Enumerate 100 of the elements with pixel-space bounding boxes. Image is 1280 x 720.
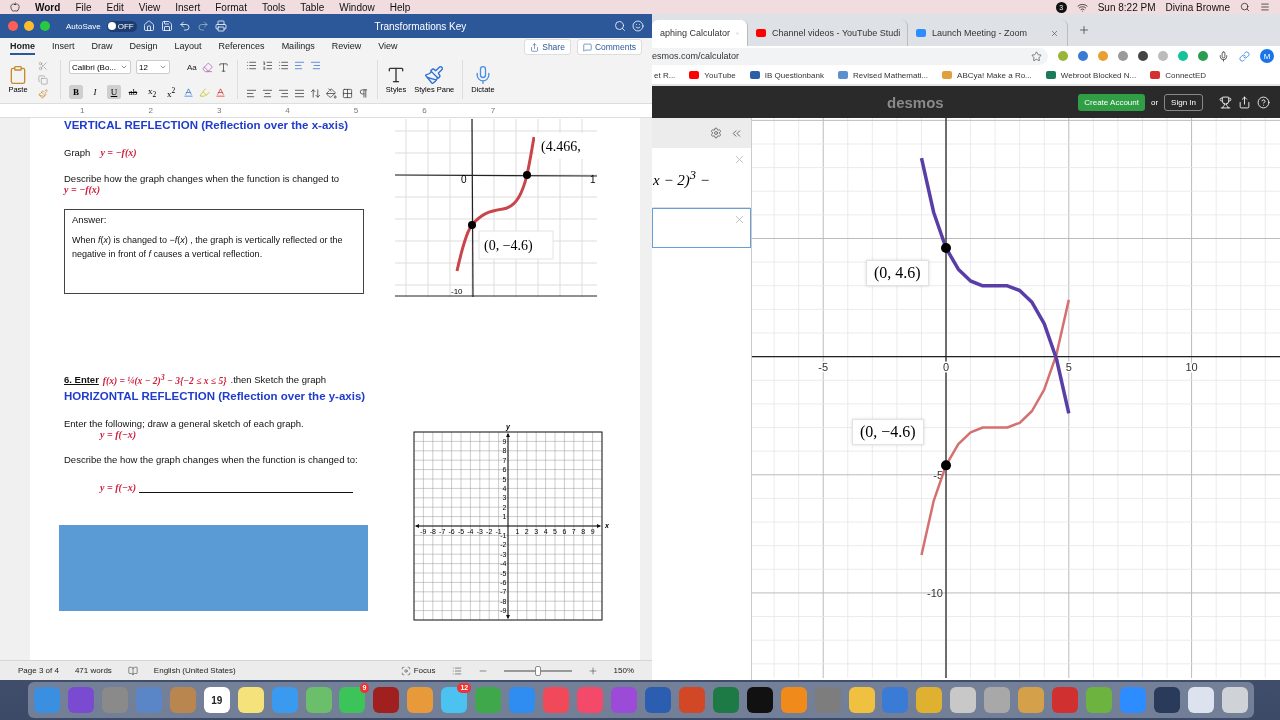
borders-icon[interactable] (341, 88, 353, 99)
bookmark[interactable]: YouTube (689, 70, 736, 80)
format-button[interactable]: B (69, 85, 83, 99)
menu-item[interactable]: Word (35, 1, 61, 13)
menu-item[interactable]: File (75, 1, 92, 13)
app-icon[interactable] (237, 687, 264, 713)
multilevel-list-icon[interactable] (277, 60, 289, 71)
ribbon-tab[interactable]: Review (331, 39, 362, 55)
font-color-icon[interactable] (215, 86, 226, 98)
numbering-icon[interactable] (261, 60, 273, 71)
align-right-icon[interactable] (277, 88, 289, 99)
expression-row[interactable] (652, 208, 751, 248)
app-icon[interactable] (746, 687, 773, 713)
bookmark[interactable]: Webroot Blocked N... (1045, 70, 1137, 80)
minimize-button[interactable] (24, 21, 34, 31)
extension-icon[interactable] (1138, 51, 1148, 61)
word-count[interactable]: 471 words (74, 666, 112, 675)
close-icon[interactable] (1050, 28, 1059, 38)
zoom-percent[interactable]: 150% (613, 666, 634, 675)
align-center-icon[interactable] (261, 88, 273, 99)
comments-button[interactable]: Comments (576, 39, 642, 55)
format-button[interactable]: I (88, 85, 102, 99)
delete-icon[interactable] (733, 153, 746, 166)
redo-icon[interactable] (196, 20, 209, 32)
bookmark[interactable]: Revised Mathemati... (837, 70, 929, 80)
app-icon[interactable]: 19 (203, 687, 230, 713)
menu-item[interactable]: Format (215, 1, 247, 13)
search-icon[interactable] (1240, 2, 1250, 12)
home-icon[interactable] (142, 20, 155, 32)
microphone-icon[interactable] (1218, 50, 1229, 62)
bookmark[interactable]: ABCya! Make a Ro... (942, 70, 1032, 80)
autosave-toggle[interactable]: OFF (106, 20, 137, 32)
menu-item[interactable]: Tools (261, 1, 286, 13)
text-effects-icon[interactable] (183, 86, 194, 98)
cut-icon[interactable] (38, 60, 48, 71)
print-icon[interactable] (214, 20, 227, 32)
point-marker[interactable] (941, 242, 951, 253)
share-icon[interactable] (1238, 95, 1251, 109)
focus-label[interactable]: Focus (413, 666, 436, 675)
show-formatting-icon[interactable] (357, 88, 369, 99)
link-icon[interactable] (1239, 50, 1250, 62)
menu-item[interactable]: Help (389, 1, 411, 13)
star-icon[interactable] (1031, 50, 1042, 62)
undo-icon[interactable] (178, 20, 191, 32)
app-icon[interactable] (1187, 687, 1214, 713)
menu-item[interactable]: View (138, 1, 161, 13)
focus-icon[interactable] (400, 665, 411, 676)
apple-icon[interactable] (10, 2, 20, 12)
app-icon[interactable] (950, 687, 977, 713)
clear-format-icon[interactable] (201, 61, 213, 73)
desmos-logo[interactable]: desmos (887, 93, 944, 111)
menu-item[interactable]: Insert (175, 1, 201, 13)
font-select[interactable]: Calibri (Bo... (69, 60, 131, 74)
font-size-select[interactable]: 12 (136, 60, 170, 74)
highlight-icon[interactable] (199, 86, 210, 98)
address-bar[interactable]: esmos.com/calculator (652, 47, 1048, 65)
user-name[interactable]: Divina Browne (1165, 1, 1230, 13)
ribbon-tab[interactable]: Draw (91, 39, 113, 55)
search-icon[interactable] (614, 20, 626, 32)
slider-thumb[interactable] (534, 665, 541, 676)
save-icon[interactable] (160, 20, 173, 32)
settings-icon[interactable] (710, 127, 722, 139)
format-button[interactable]: x$^{2}$ (164, 85, 178, 99)
close-button[interactable] (8, 21, 18, 31)
extension-icon[interactable] (1078, 51, 1088, 61)
app-icon[interactable] (916, 687, 943, 713)
bookmark[interactable]: ConnectED (1150, 70, 1207, 80)
proofing-icon[interactable] (127, 665, 138, 676)
ribbon-tab[interactable]: Design (129, 39, 158, 55)
wifi-icon[interactable] (1076, 1, 1088, 13)
menu-item[interactable]: Table (300, 1, 325, 13)
new-tab-icon[interactable] (1078, 24, 1090, 36)
ribbon-tab[interactable]: Mailings (281, 39, 315, 55)
delete-icon[interactable] (733, 213, 746, 226)
trophy-icon[interactable] (1219, 95, 1232, 109)
justify-icon[interactable] (293, 88, 305, 99)
ribbon-tab[interactable]: Insert (52, 39, 75, 55)
zoom-in-icon[interactable] (587, 665, 598, 676)
profile-avatar[interactable]: M (1260, 49, 1274, 63)
align-left-icon[interactable] (245, 88, 257, 99)
line-spacing-icon[interactable] (309, 88, 321, 99)
menu-item[interactable]: Window (339, 1, 375, 13)
copy-icon[interactable] (38, 74, 48, 85)
format-button[interactable]: x$_{2}$ (145, 85, 159, 99)
zoom-button[interactable] (40, 21, 50, 31)
view-icon[interactable] (451, 665, 462, 676)
app-icon[interactable] (1153, 687, 1180, 713)
point-marker[interactable] (941, 460, 951, 471)
smiley-icon[interactable] (632, 20, 644, 32)
bookmark[interactable]: et R... (654, 70, 676, 80)
browser-tab[interactable]: aphing Calculator (652, 20, 748, 46)
menu-item[interactable]: Edit (106, 1, 124, 13)
ribbon-tab[interactable]: Layout (174, 39, 202, 55)
format-button[interactable]: ab (126, 85, 140, 99)
sign-in-button[interactable]: Sign In (1164, 93, 1203, 111)
change-case-button[interactable]: Aa (187, 62, 197, 72)
menu-icon[interactable] (1260, 2, 1270, 12)
share-button[interactable]: Share (524, 39, 571, 55)
help-icon[interactable] (1257, 95, 1270, 109)
page-count[interactable]: Page 3 of 4 (18, 666, 59, 675)
